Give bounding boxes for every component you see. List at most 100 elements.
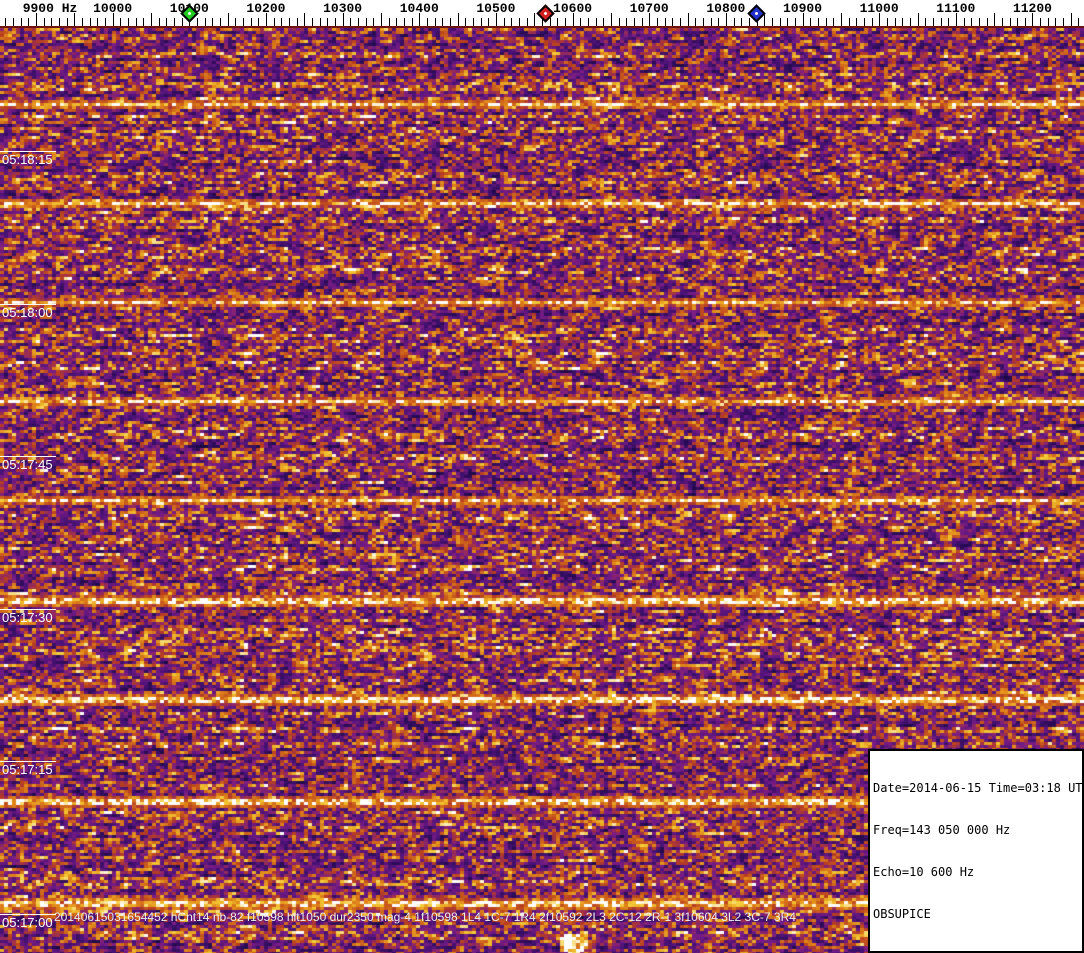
ruler-tick — [243, 18, 244, 26]
ruler-tick — [1070, 13, 1072, 26]
ruler-tick — [235, 18, 237, 26]
ruler-tick — [886, 18, 888, 26]
ruler-tick — [457, 13, 459, 26]
info-frequency: Freq=143 050 000 Hz — [873, 823, 1011, 837]
ruler-tick — [465, 18, 467, 26]
ruler-tick — [580, 18, 582, 26]
ruler-label: 10700 — [629, 1, 669, 16]
ruler-tick — [281, 18, 283, 26]
ruler-tick — [403, 18, 405, 26]
ruler-tick — [925, 18, 927, 26]
ruler-tick — [909, 18, 911, 26]
ruler-tick — [480, 18, 482, 26]
ruler-tick — [718, 18, 720, 26]
info-date-time: Date=2014-06-15 Time=03:18 UTC — [873, 781, 1084, 795]
ruler-tick — [687, 13, 689, 26]
ruler-tick — [304, 13, 306, 26]
ruler-tick — [825, 18, 827, 26]
ruler-tick — [741, 18, 743, 26]
time-label: 05:17:00 — [2, 915, 53, 930]
ruler-tick — [220, 18, 221, 26]
ruler-tick — [442, 18, 444, 26]
ruler-label: 10900 — [782, 1, 823, 16]
ruler-tick — [135, 18, 137, 26]
ruler-tick — [97, 18, 99, 26]
ruler-tick — [672, 18, 674, 26]
ruler-tick — [227, 13, 229, 26]
ruler-tick — [357, 18, 359, 26]
ruler-tick — [273, 18, 275, 26]
meteor-spectrogram-window: 9900 Hz100001010010200103001040010500106… — [0, 0, 1084, 953]
ruler-tick — [488, 18, 490, 26]
ruler-tick — [327, 18, 329, 26]
info-echo: Echo=10 600 Hz — [873, 865, 975, 879]
marker-center-dot — [543, 11, 548, 16]
ruler-tick — [43, 18, 45, 26]
ruler-tick — [212, 18, 214, 26]
time-label: 05:17:30 — [2, 610, 53, 625]
ruler-tick — [503, 18, 505, 26]
ruler-tick — [143, 18, 145, 26]
ruler-tick — [702, 18, 704, 26]
ruler-label: 10600 — [553, 1, 593, 16]
ruler-tick — [166, 18, 168, 26]
ruler-label: 10300 — [323, 1, 363, 16]
ruler-tick — [365, 18, 367, 26]
ruler-tick — [549, 18, 551, 26]
ruler-tick — [526, 18, 528, 26]
marker-center-dot — [187, 11, 192, 16]
ruler-tick — [28, 18, 30, 26]
ruler-tick — [449, 18, 451, 26]
ruler-tick — [1001, 18, 1003, 26]
ruler-tick — [656, 18, 658, 26]
ruler-tick — [986, 18, 988, 26]
ruler-tick — [587, 18, 589, 26]
ruler-label: 11000 — [859, 1, 899, 16]
observation-info-box: Date=2014-06-15 Time=03:18 UTC Freq=143 … — [868, 749, 1084, 953]
ruler-tick — [296, 18, 298, 26]
ruler-tick — [5, 18, 7, 26]
ruler-tick — [771, 18, 773, 26]
ruler-tick — [1078, 18, 1080, 26]
ruler-tick — [664, 18, 666, 26]
ruler-tick — [105, 18, 106, 26]
ruler-tick — [258, 18, 260, 26]
ruler-tick — [128, 18, 129, 26]
ruler-tick — [472, 18, 474, 26]
ruler-tick — [511, 18, 513, 26]
ruler-tick — [396, 18, 398, 26]
ruler-label: 9900 Hz — [22, 1, 78, 16]
ruler-label: 10200 — [246, 1, 286, 16]
ruler-tick — [518, 18, 520, 26]
ruler-tick — [817, 18, 819, 26]
ruler-label: 10000 — [93, 1, 133, 16]
frequency-ruler: 9900 Hz100001010010200103001040010500106… — [0, 0, 1084, 28]
ruler-tick — [1017, 18, 1019, 26]
ruler-tick — [1040, 18, 1042, 26]
ruler-tick — [174, 18, 175, 26]
ruler-tick — [1009, 18, 1011, 26]
ruler-tick — [971, 18, 973, 26]
ruler-tick — [626, 18, 628, 26]
ruler-tick — [434, 18, 436, 26]
detection-annotation: 20140615031654452 hCnt14 nb-82 f10598 hi… — [54, 910, 796, 924]
ruler-tick — [120, 18, 122, 26]
ruler-tick — [595, 18, 597, 26]
ruler-tick — [917, 13, 919, 26]
ruler-tick — [311, 18, 313, 26]
ruler-tick — [557, 18, 559, 26]
marker-blue-diamond-icon[interactable] — [747, 4, 766, 23]
ruler-tick — [932, 18, 934, 26]
ruler-tick — [51, 18, 53, 26]
ruler-tick — [1055, 18, 1057, 26]
ruler-tick — [840, 13, 842, 26]
time-label: 05:17:45 — [2, 457, 53, 472]
ruler-label: 10800 — [706, 1, 746, 16]
ruler-tick — [564, 18, 566, 26]
ruler-tick — [848, 18, 850, 26]
ruler-tick — [871, 18, 873, 26]
ruler-tick — [66, 18, 68, 26]
ruler-tick — [1063, 18, 1065, 26]
ruler-tick — [902, 18, 904, 26]
ruler-tick — [373, 18, 375, 26]
